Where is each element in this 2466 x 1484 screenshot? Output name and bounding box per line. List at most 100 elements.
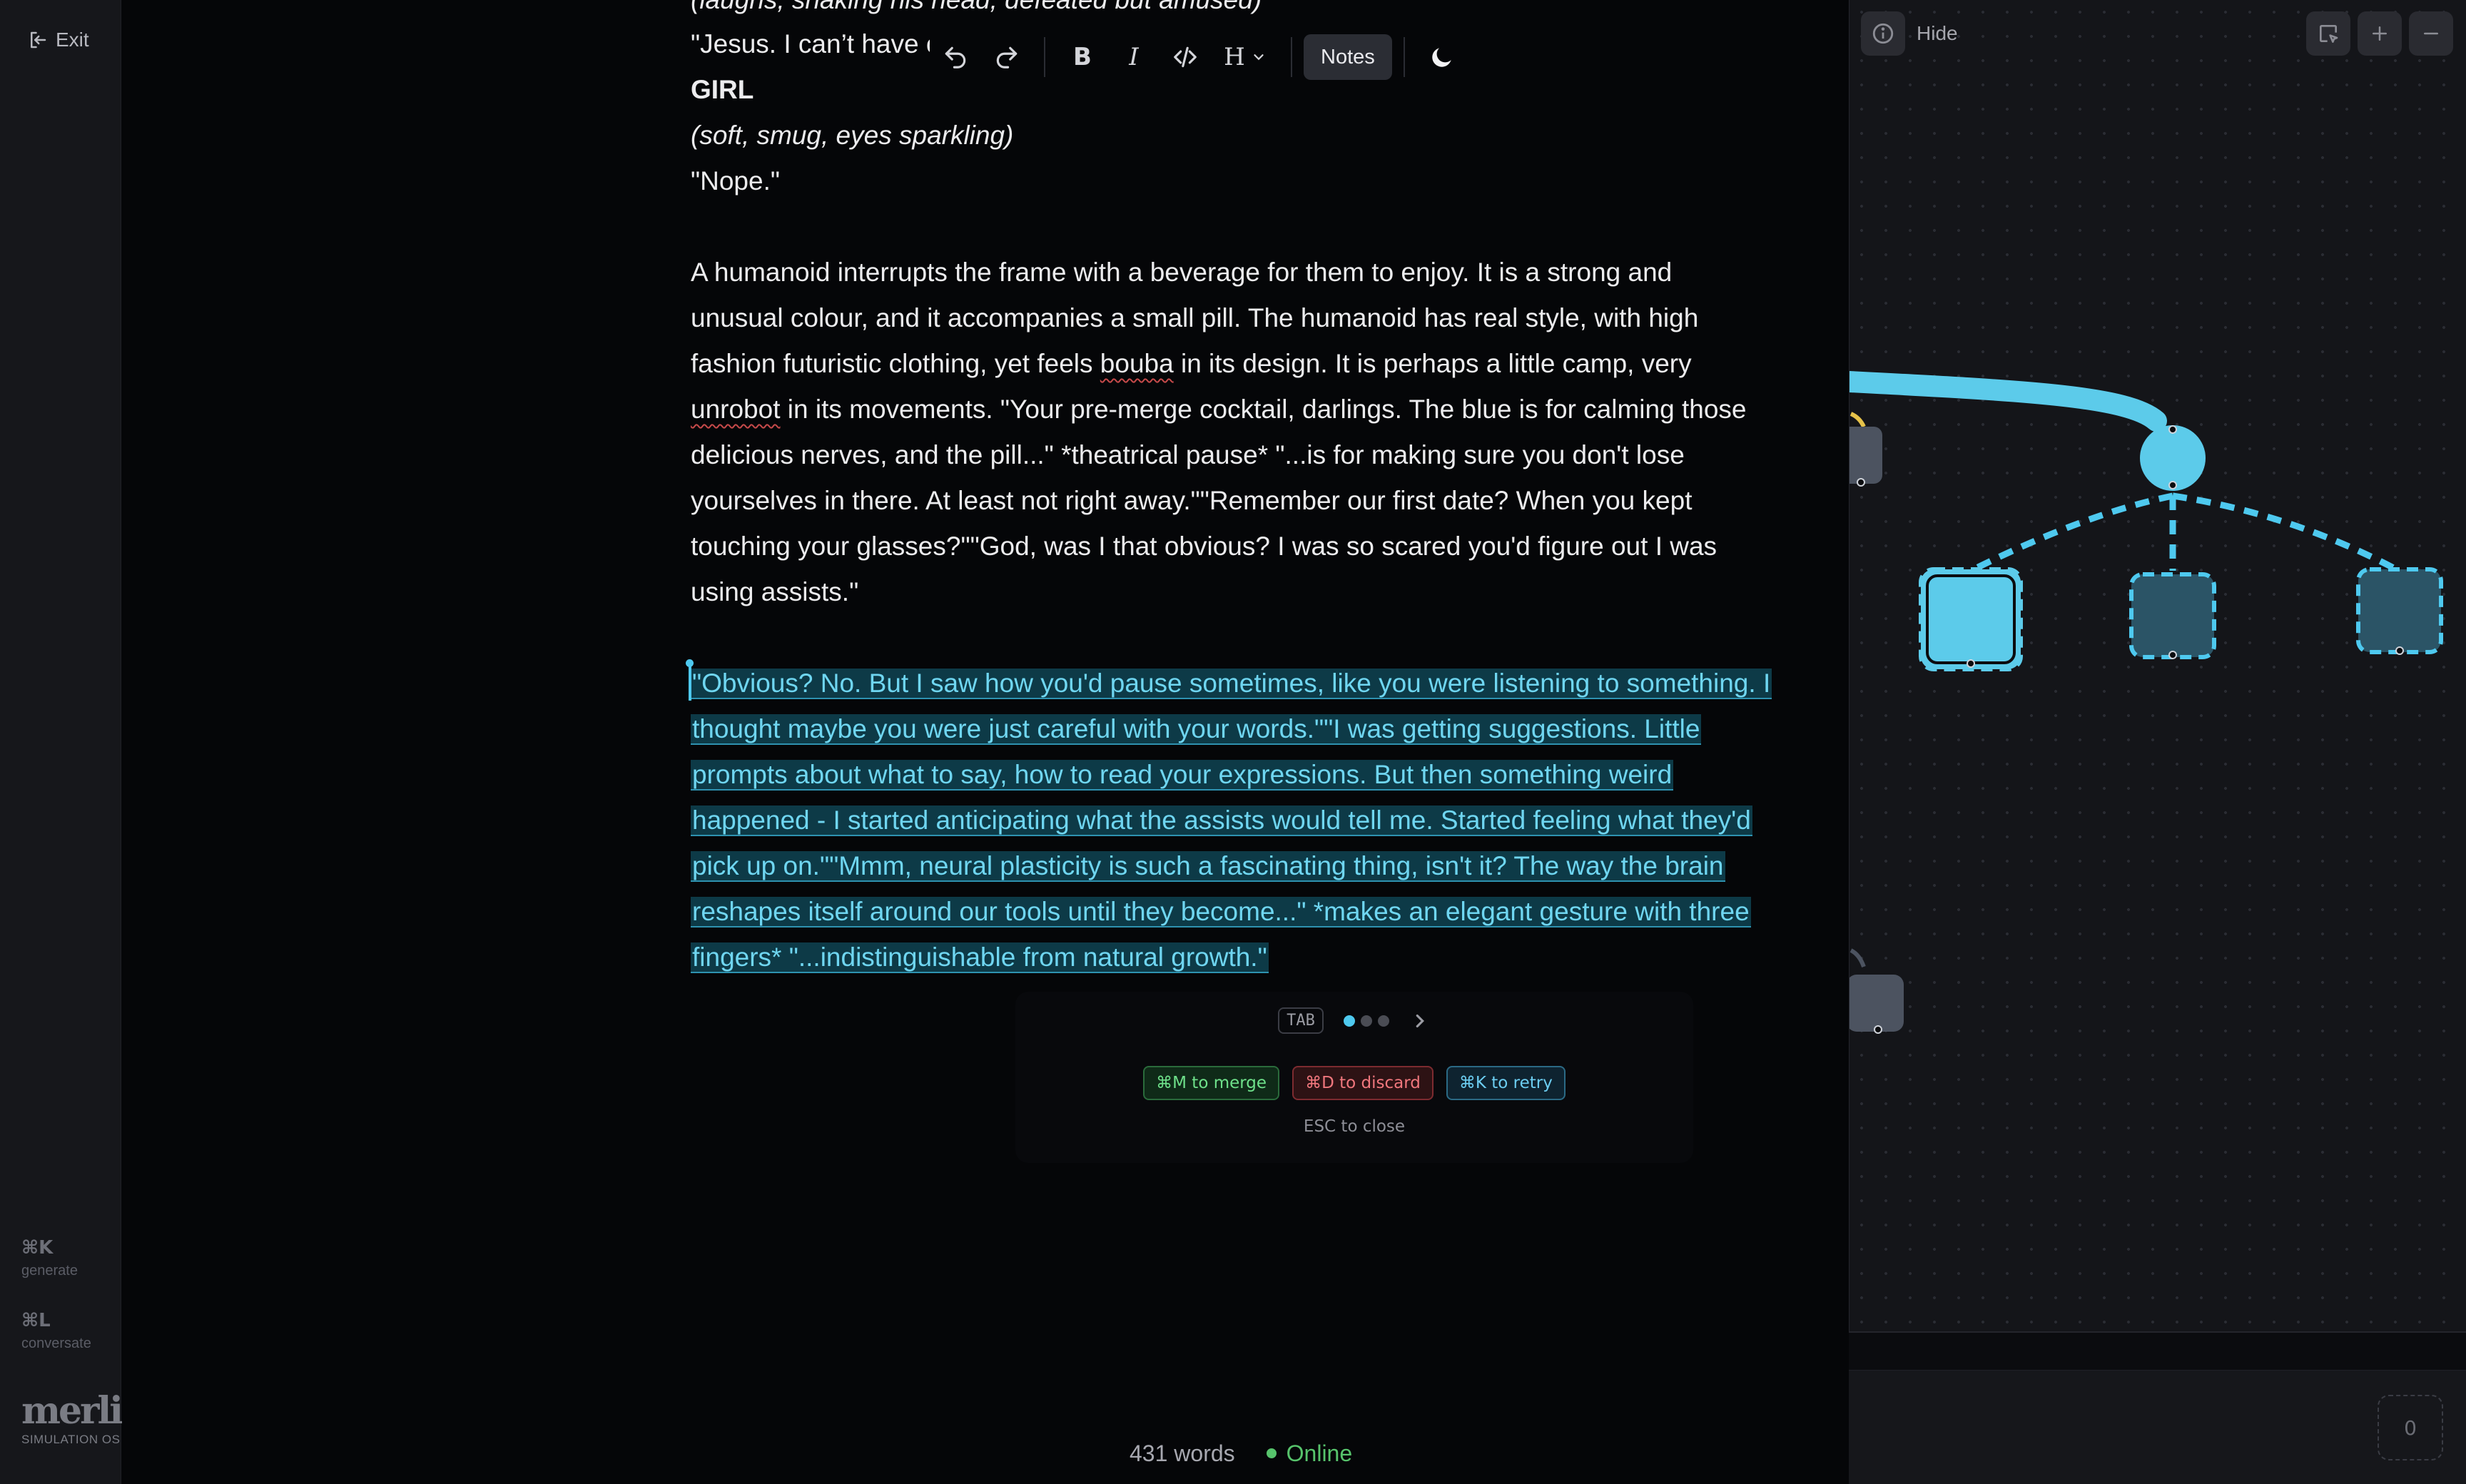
node-port bbox=[2168, 481, 2177, 489]
node-port bbox=[2168, 425, 2177, 434]
merge-button[interactable]: ⌘M to merge bbox=[1143, 1066, 1280, 1100]
shortcut-key: ⌘K bbox=[21, 1237, 54, 1259]
heading-label: H bbox=[1224, 43, 1245, 71]
shortcut-conversate[interactable]: ⌘L conversate bbox=[21, 1310, 91, 1352]
zoom-in-button[interactable] bbox=[2358, 11, 2402, 56]
suggested-text[interactable]: pick up on.""Mmm, neural plasticity is s… bbox=[691, 851, 1725, 882]
connection-label: Online bbox=[1286, 1440, 1353, 1466]
suggestion-line[interactable]: "Obvious? No. But I saw how you'd pause … bbox=[691, 661, 1772, 706]
misspelled-word[interactable]: unrobot bbox=[691, 395, 781, 424]
graph-canvas[interactable]: Hide bbox=[1849, 0, 2466, 1333]
text-span: fashion futuristic clothing, yet feels bbox=[691, 349, 1100, 378]
misspelled-word[interactable]: bouba bbox=[1100, 349, 1174, 378]
canvas-tools bbox=[2306, 11, 2453, 56]
zoom-out-button[interactable] bbox=[2409, 11, 2453, 56]
moon-icon bbox=[1432, 48, 1451, 67]
bold-button[interactable]: B bbox=[1057, 31, 1108, 83]
suggestion-node-inner bbox=[1926, 574, 2016, 664]
paragraph-line: unusual colour, and it accompanies a sma… bbox=[691, 303, 1699, 332]
heading-dropdown[interactable]: H bbox=[1211, 31, 1279, 83]
undo-icon bbox=[945, 46, 966, 68]
suggestion-edge bbox=[2172, 492, 2401, 574]
suggestion-line[interactable]: happened - I started anticipating what t… bbox=[691, 798, 1752, 843]
shortcut-generate[interactable]: ⌘K generate bbox=[21, 1237, 78, 1279]
connection-status: Online bbox=[1266, 1440, 1353, 1467]
theme-toggle[interactable] bbox=[1416, 31, 1468, 83]
suggestion-line[interactable]: pick up on.""Mmm, neural plasticity is s… bbox=[691, 843, 1725, 889]
branch-graph[interactable] bbox=[1850, 0, 2466, 1333]
redo-icon bbox=[996, 46, 1018, 68]
suggested-text[interactable]: reshapes itself around our tools until t… bbox=[691, 897, 1751, 928]
node-port bbox=[2395, 646, 2404, 655]
variant-dot[interactable] bbox=[1360, 1015, 1372, 1027]
info-icon bbox=[1872, 23, 1894, 44]
graph-node[interactable] bbox=[1850, 975, 1904, 1032]
suggestion-node[interactable] bbox=[2356, 567, 2443, 654]
chevron-down-icon bbox=[1254, 54, 1264, 61]
character-name: GIRL bbox=[691, 75, 754, 104]
suggestion-actions: ⌘M to merge ⌘D to discard ⌘K to retry bbox=[1015, 1066, 1693, 1100]
tab-key-hint[interactable]: TAB bbox=[1278, 1007, 1324, 1034]
branch-edge-hint bbox=[1850, 412, 1866, 428]
paragraph-line: yourselves in there. At least not right … bbox=[691, 486, 1693, 515]
variant-switcher: TAB bbox=[1015, 1007, 1693, 1034]
redo-button[interactable] bbox=[981, 31, 1032, 83]
select-tool-button[interactable] bbox=[2306, 11, 2350, 56]
suggestion-line[interactable]: reshapes itself around our tools until t… bbox=[691, 889, 1751, 935]
format-toolbar: B I H Notes bbox=[930, 29, 1468, 86]
variant-dot-active[interactable] bbox=[1343, 1015, 1355, 1027]
pending-count-badge[interactable]: 0 bbox=[2378, 1395, 2443, 1460]
node-port bbox=[2168, 651, 2177, 659]
node-port bbox=[1967, 659, 1975, 668]
exit-button[interactable]: Exit bbox=[27, 26, 89, 54]
toolbar-divider bbox=[1291, 37, 1292, 77]
branch-edge bbox=[1850, 948, 1866, 968]
variant-dots bbox=[1343, 1015, 1389, 1027]
cursor-select-icon bbox=[2320, 25, 2338, 43]
panel-header: Hide bbox=[1861, 11, 1958, 56]
suggested-text[interactable]: "Obvious? No. But I saw how you'd pause … bbox=[691, 669, 1772, 699]
shortcut-label: generate bbox=[21, 1263, 78, 1279]
stage-direction: (laughs, shaking his head, defeated but … bbox=[691, 0, 1262, 23]
dialogue-line: "Nope." bbox=[691, 166, 781, 195]
editor-area[interactable]: (laughs, shaking his head, defeated but … bbox=[122, 0, 1849, 1484]
close-hint: ESC to close bbox=[1303, 1117, 1406, 1136]
suggestion-line[interactable]: thought maybe you were just careful with… bbox=[691, 706, 1702, 752]
undo-button[interactable] bbox=[930, 31, 981, 83]
chevron-right-icon[interactable] bbox=[1409, 1010, 1431, 1032]
graph-node[interactable] bbox=[1850, 427, 1882, 484]
plus-icon bbox=[2373, 26, 2387, 41]
paragraph-line: unrobot in its movements. "Your pre-merg… bbox=[691, 387, 1746, 432]
paragraph-line: touching your glasses?""God, was I that … bbox=[691, 532, 1717, 561]
toolbar-divider bbox=[1403, 37, 1405, 77]
text-caret bbox=[686, 659, 694, 701]
toolbar-divider bbox=[1044, 37, 1045, 77]
suggested-text[interactable]: happened - I started anticipating what t… bbox=[691, 805, 1752, 836]
info-button[interactable] bbox=[1861, 11, 1905, 56]
paragraph-line: fashion futuristic clothing, yet feels b… bbox=[691, 341, 1692, 387]
italic-button[interactable]: I bbox=[1108, 31, 1160, 83]
node-port bbox=[1857, 478, 1865, 487]
retry-button[interactable]: ⌘K to retry bbox=[1446, 1066, 1566, 1100]
shortcut-label: conversate bbox=[21, 1336, 91, 1351]
suggested-text[interactable]: prompts about what to say, how to read y… bbox=[691, 760, 1674, 791]
online-indicator-icon bbox=[1266, 1448, 1277, 1458]
suggestion-line[interactable]: fingers* "...indistinguishable from natu… bbox=[691, 935, 1269, 980]
minus-icon bbox=[2424, 32, 2438, 35]
status-bar: 431 words Online bbox=[1130, 1435, 1352, 1471]
variant-dot[interactable] bbox=[1377, 1015, 1389, 1027]
shortcut-key: ⌘L bbox=[21, 1310, 51, 1331]
notes-button[interactable]: Notes bbox=[1304, 34, 1392, 80]
word-count: 431 words bbox=[1130, 1440, 1235, 1466]
suggestion-line[interactable]: prompts about what to say, how to read y… bbox=[691, 752, 1674, 798]
code-button[interactable] bbox=[1160, 31, 1211, 83]
branch-edge bbox=[1850, 371, 2167, 432]
suggested-text[interactable]: fingers* "...indistinguishable from natu… bbox=[691, 942, 1269, 973]
code-icon bbox=[1174, 46, 1197, 68]
suggestion-node[interactable] bbox=[2129, 572, 2216, 659]
paragraph-line: delicious nerves, and the pill..." *thea… bbox=[691, 440, 1685, 469]
hide-panel-button[interactable]: Hide bbox=[1917, 22, 1958, 45]
suggested-text[interactable]: thought maybe you were just careful with… bbox=[691, 714, 1702, 745]
left-rail: Exit ⌘K generate ⌘L conversate merlin SI… bbox=[0, 0, 148, 1484]
discard-button[interactable]: ⌘D to discard bbox=[1292, 1066, 1434, 1100]
